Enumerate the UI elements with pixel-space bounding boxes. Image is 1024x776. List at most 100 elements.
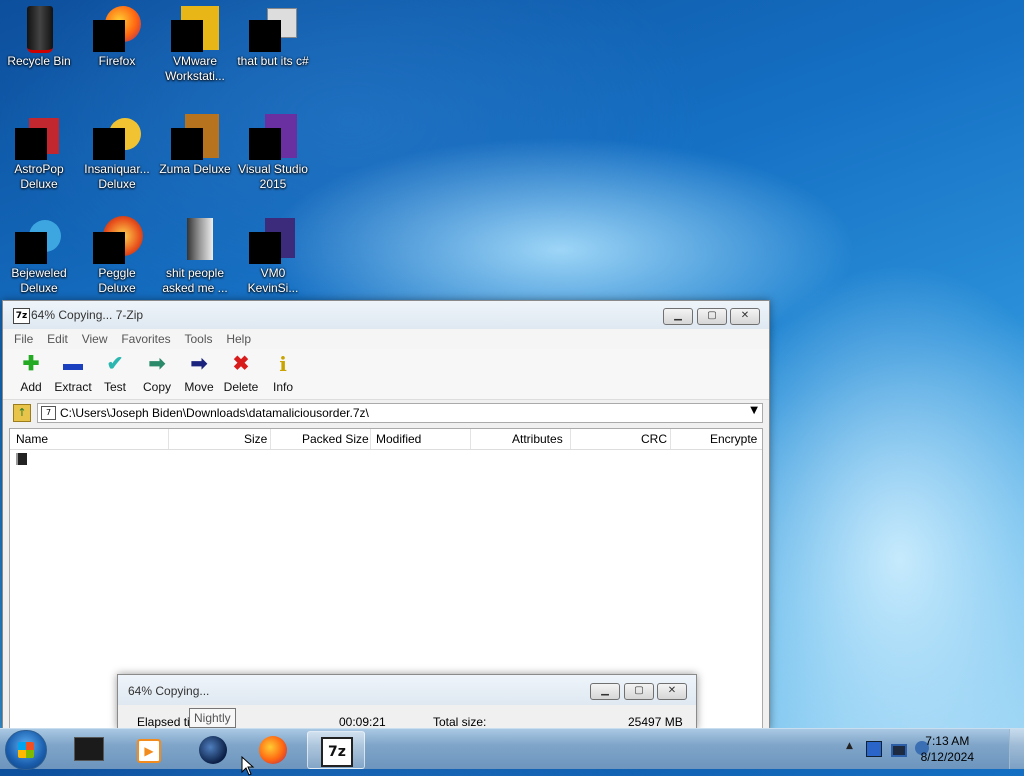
show-hidden-icons-icon[interactable]: ▲ <box>846 741 853 751</box>
desktop-icon-bejeweled[interactable]: Bejeweled Deluxe <box>1 216 77 296</box>
column-size[interactable]: Size <box>244 432 267 446</box>
desktop-icon-label: Visual Studio 2015 <box>238 162 308 191</box>
main-window: 7z 64% Copying... 7-Zip ▁ ▢ ✕ File Edit … <box>2 300 770 730</box>
clock-time: 7:13 AM <box>925 734 970 748</box>
desktop-icon-label: Firefox <box>98 54 136 68</box>
desktop-icon-peggle[interactable]: Peggle Deluxe <box>79 216 155 296</box>
document-stack-icon <box>249 4 297 52</box>
desktop-icon-csharp[interactable]: that but its c# <box>235 4 311 69</box>
address-bar: ↑ 7 C:\Users\Joseph Biden\Downloads\data… <box>3 400 769 426</box>
desktop-icon-firefox[interactable]: Firefox <box>79 4 155 69</box>
progress-maximize-button[interactable]: ▢ <box>624 683 654 700</box>
nightly-icon <box>199 736 227 764</box>
move-button[interactable]: ➡ Move <box>179 353 219 394</box>
menu-edit[interactable]: Edit <box>42 329 73 349</box>
desktop-icon-label: Peggle Deluxe <box>98 266 136 295</box>
desktop-icon-label: Zuma Deluxe <box>159 162 231 176</box>
column-crc[interactable]: CRC <box>641 432 667 446</box>
bejeweled-icon <box>15 216 63 264</box>
taskbar-item-nightly[interactable] <box>185 731 241 767</box>
minus-icon: ▬ <box>63 353 83 375</box>
total-size-value: 25497 MB <box>628 715 683 729</box>
clock[interactable]: 7:13 AM 8/12/2024 <box>921 733 974 765</box>
desktop-icon-vm0[interactable]: VM0 KevinSi... <box>235 216 311 296</box>
peggle-icon <box>93 216 143 264</box>
desktop-icon-insaniquarium[interactable]: Insaniquar... Deluxe <box>79 112 155 192</box>
firefox-icon <box>259 736 287 764</box>
zuma-icon <box>171 112 219 160</box>
delete-x-icon: ✖ <box>232 353 250 375</box>
menu-bar: File Edit View Favorites Tools Help <box>3 329 769 349</box>
firefox-icon <box>93 4 141 52</box>
desktop-icon-astropop[interactable]: AstroPop Deluxe <box>1 112 77 192</box>
column-encrypted[interactable]: Encrypte <box>710 432 757 446</box>
column-modified[interactable]: Modified <box>376 432 421 446</box>
progress-close-button[interactable]: ✕ <box>657 683 687 700</box>
elapsed-time-value: 00:09:21 <box>339 715 386 729</box>
show-desktop-button[interactable] <box>1009 729 1024 769</box>
taskbar-item-media-player[interactable]: ▶ <box>120 731 176 767</box>
column-attributes[interactable]: Attributes <box>512 432 563 446</box>
menu-tools[interactable]: Tools <box>180 329 218 349</box>
progress-window-titlebar[interactable]: 64% Copying... ▁ ▢ ✕ <box>118 675 696 705</box>
archive-icon: 7 <box>41 406 56 420</box>
taskbar: ▶ 7z ▲ 7:13 AM 8/12/2024 <box>0 728 1024 770</box>
desktop-icon-visual-studio[interactable]: Visual Studio 2015 <box>235 112 311 192</box>
vmware-icon <box>171 4 219 52</box>
display-icon[interactable] <box>891 744 907 757</box>
taskbar-item-7zip[interactable]: 7z <box>307 731 365 769</box>
7zip-app-icon: 7z <box>13 308 30 324</box>
menu-favorites[interactable]: Favorites <box>116 329 175 349</box>
column-packed-size[interactable]: Packed Size <box>302 432 369 446</box>
delete-button[interactable]: ✖ Delete <box>221 353 261 394</box>
desktop-icon-label: Insaniquar... Deluxe <box>84 162 150 191</box>
vm-icon <box>249 216 297 264</box>
minimize-button[interactable]: ▁ <box>663 308 693 325</box>
desktop-icon-vmware[interactable]: VMware Workstati... <box>157 4 233 84</box>
menu-file[interactable]: File <box>9 329 38 349</box>
astropop-icon <box>15 112 63 160</box>
taskbar-item-explorer[interactable] <box>60 731 116 767</box>
network-icon[interactable] <box>866 741 882 757</box>
visual-studio-icon <box>249 112 297 160</box>
main-window-titlebar[interactable]: 7z 64% Copying... 7-Zip ▁ ▢ ✕ <box>3 301 769 329</box>
desktop-icon-label: that but its c# <box>237 54 309 68</box>
menu-help[interactable]: Help <box>221 329 256 349</box>
info-button[interactable]: i Info <box>263 353 303 394</box>
recycle-bin-icon <box>15 4 63 53</box>
desktop-icon-label: Recycle Bin <box>7 54 71 68</box>
close-button[interactable]: ✕ <box>730 308 760 325</box>
progress-window-title: 64% Copying... <box>128 684 210 698</box>
progress-minimize-button[interactable]: ▁ <box>590 683 620 700</box>
copy-button[interactable]: ➡ Copy <box>137 353 177 394</box>
clock-date: 8/12/2024 <box>920 750 974 764</box>
desktop-icon-label: VM0 KevinSi... <box>247 266 299 295</box>
maximize-button[interactable]: ▢ <box>697 308 727 325</box>
address-text: C:\Users\Joseph Biden\Downloads\datamali… <box>60 406 369 420</box>
address-input[interactable]: 7 C:\Users\Joseph Biden\Downloads\datama… <box>37 403 763 423</box>
desktop-icon-recycle-bin[interactable]: Recycle Bin <box>1 4 77 69</box>
add-button[interactable]: ✚ Add <box>11 353 51 394</box>
windows-logo-icon <box>18 742 34 758</box>
desktop-icon-label: VMware Workstati... <box>165 54 225 83</box>
folder-icon <box>171 216 219 264</box>
mouse-cursor-icon <box>241 756 255 776</box>
test-button[interactable]: ✔ Test <box>95 353 135 394</box>
desktop-icon-folder[interactable]: shit people asked me ... <box>157 216 233 296</box>
menu-view[interactable]: View <box>77 329 113 349</box>
desktop-icon-label: AstroPop Deluxe <box>14 162 64 191</box>
dark-box-icon <box>74 737 104 761</box>
window-title: 64% Copying... 7-Zip <box>31 308 144 322</box>
total-size-label: Total size: <box>433 715 487 729</box>
list-item[interactable] <box>16 453 28 467</box>
start-button[interactable] <box>5 730 47 770</box>
column-name[interactable]: Name <box>16 432 48 446</box>
tooltip: Nightly <box>189 708 236 728</box>
up-folder-icon[interactable]: ↑ <box>13 404 31 422</box>
extract-button[interactable]: ▬ Extract <box>53 353 93 394</box>
desktop-icon-zuma[interactable]: Zuma Deluxe <box>157 112 233 177</box>
chevron-down-icon[interactable]: ▼ <box>750 405 758 416</box>
info-icon: i <box>279 352 287 376</box>
file-icon <box>16 453 27 465</box>
insaniquarium-icon <box>93 112 141 160</box>
